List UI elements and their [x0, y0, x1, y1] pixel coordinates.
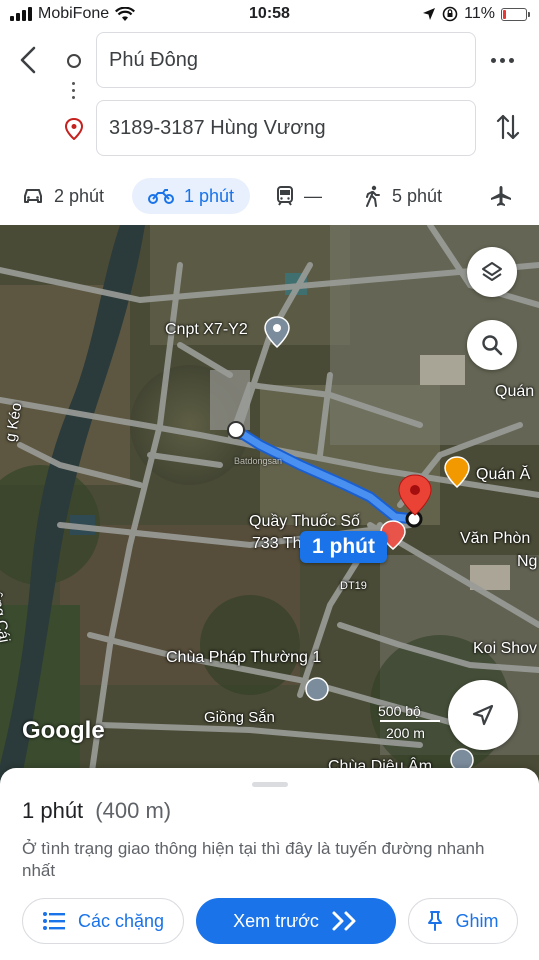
map-label-giong-san: Giồng Sắn: [204, 709, 275, 726]
flight-icon: [491, 186, 511, 206]
route-duration-badge[interactable]: 1 phút: [300, 531, 387, 563]
tab-walk[interactable]: 5 phút: [364, 178, 442, 214]
more-options-icon[interactable]: [491, 50, 519, 70]
scale-bar: [380, 720, 440, 722]
tab-car[interactable]: 2 phút: [22, 178, 104, 214]
map-label-quay-thuoc-2[interactable]: 733 Th: [252, 535, 302, 553]
google-logo: Google: [22, 717, 105, 744]
map-label-cnpt[interactable]: Cnpt X7-Y2: [165, 321, 248, 339]
destination-pin-icon: [64, 118, 84, 140]
route-panel: Phú Đông 3189-3187 Hùng Vương: [0, 30, 539, 165]
tab-car-label: 2 phút: [54, 185, 105, 206]
location-arrow-icon: [423, 8, 436, 20]
battery-percent: 11%: [464, 5, 495, 22]
tab-walk-label: 5 phút: [392, 185, 443, 206]
layers-button[interactable]: [467, 247, 517, 297]
route-summary-sheet: 1 phút (400 m) Ở tình trạng giao thông h…: [0, 768, 539, 960]
pin-button-label: Ghim: [455, 910, 499, 931]
steps-button-label: Các chặng: [77, 910, 165, 931]
back-button[interactable]: [14, 44, 46, 76]
tab-transit[interactable]: —: [276, 178, 322, 214]
map-label-van-phong-2[interactable]: Ng: [517, 553, 537, 571]
preview-button-label: Xem trước: [233, 910, 319, 931]
route-summary-title: 1 phút (400 m): [22, 798, 171, 824]
tab-transit-label: —: [304, 185, 322, 206]
destination-field[interactable]: 3189-3187 Hùng Vương: [96, 100, 476, 156]
map-label-quay-thuoc-1[interactable]: Quầy Thuốc Số: [249, 513, 360, 531]
status-right: 11%: [422, 5, 530, 23]
preview-button[interactable]: Xem trước: [196, 898, 396, 944]
travel-mode-tabs: 2 phút 1 phút — 5 phút: [0, 170, 539, 222]
route-dots-icon: [72, 82, 75, 99]
steps-button[interactable]: Các chặng: [22, 898, 184, 944]
map-label-quan-top[interactable]: Quán: [495, 383, 534, 401]
status-bar: MobiFone 10:58 11%: [0, 0, 539, 30]
pin-icon: [428, 911, 443, 931]
search-icon: [482, 335, 503, 356]
pin-button[interactable]: Ghim: [408, 898, 518, 944]
route-time: 1 phút: [22, 798, 84, 823]
tab-motorbike[interactable]: 1 phút: [132, 178, 251, 214]
rotation-lock-icon: [442, 6, 458, 22]
scale-top-label: 500 bộ: [378, 703, 421, 719]
double-chevron-icon: [332, 911, 356, 931]
map-label-chua-phap[interactable]: Chùa Pháp Thường 1: [166, 649, 321, 667]
sheet-drag-handle[interactable]: [252, 782, 288, 787]
map-label-koi[interactable]: Koi Shov: [473, 640, 537, 658]
origin-icon: [67, 54, 81, 68]
route-distance: (400 m): [95, 798, 172, 823]
battery-icon: [501, 7, 530, 21]
layers-icon: [482, 262, 502, 281]
swap-icon[interactable]: [495, 112, 521, 142]
list-icon: [42, 912, 65, 930]
search-button[interactable]: [467, 320, 517, 370]
map-label-van-phong-1[interactable]: Văn Phòn: [460, 530, 530, 548]
navigation-arrow-icon: [472, 704, 494, 726]
tab-flight[interactable]: [490, 178, 512, 214]
car-icon: [24, 189, 42, 203]
route-description: Ở tình trạng giao thông hiện tại thì đây…: [22, 839, 485, 880]
my-location-button[interactable]: [448, 680, 518, 750]
watermark: Batdongsan: [234, 456, 283, 466]
map-view[interactable]: Cnpt X7-Y2 Quán Quán Ă Quầy Thuốc Số 733…: [0, 225, 539, 785]
tab-motorbike-label: 1 phút: [184, 185, 235, 206]
scale-bottom-label: 200 m: [386, 725, 425, 741]
transit-icon: [277, 186, 293, 206]
motorbike-icon: [148, 189, 174, 204]
map-label-dt19: DT19: [340, 580, 367, 592]
origin-field[interactable]: Phú Đông: [96, 32, 476, 88]
walk-icon: [366, 185, 380, 207]
map-label-quan-an[interactable]: Quán Ă: [476, 466, 530, 484]
